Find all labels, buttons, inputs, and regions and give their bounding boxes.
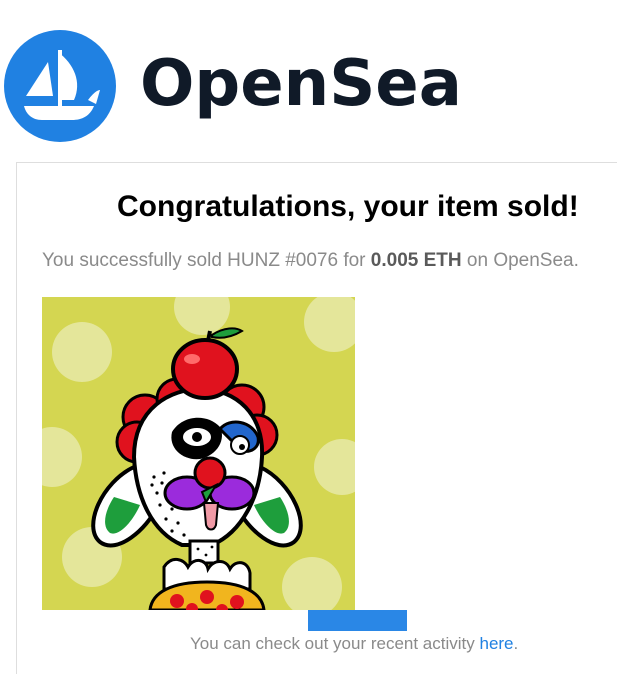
email-header: OpenSea bbox=[0, 0, 617, 150]
opensea-ship-icon bbox=[4, 30, 116, 142]
view-activity-button[interactable] bbox=[308, 610, 407, 631]
sold-prefix: You successfully sold HUNZ #0076 for bbox=[42, 250, 371, 271]
activity-here-link[interactable]: here bbox=[479, 634, 513, 653]
headline: Congratulations, your item sold! bbox=[117, 190, 579, 223]
sold-suffix: on OpenSea. bbox=[461, 250, 579, 271]
email-card: Congratulations, your item sold! You suc… bbox=[16, 162, 617, 674]
email-page: OpenSea Congratulations, your item sold!… bbox=[0, 0, 617, 674]
sold-amount: 0.005 ETH bbox=[370, 250, 462, 271]
brand-name: OpenSea bbox=[140, 47, 462, 121]
activity-prefix: You can check out your recent activity bbox=[190, 634, 480, 653]
sold-message: You successfully sold HUNZ #0076 for 0.0… bbox=[42, 249, 579, 273]
activity-suffix: . bbox=[513, 634, 519, 653]
nft-artwork-image[interactable] bbox=[42, 297, 355, 610]
activity-message: You can check out your recent activity h… bbox=[190, 633, 518, 655]
